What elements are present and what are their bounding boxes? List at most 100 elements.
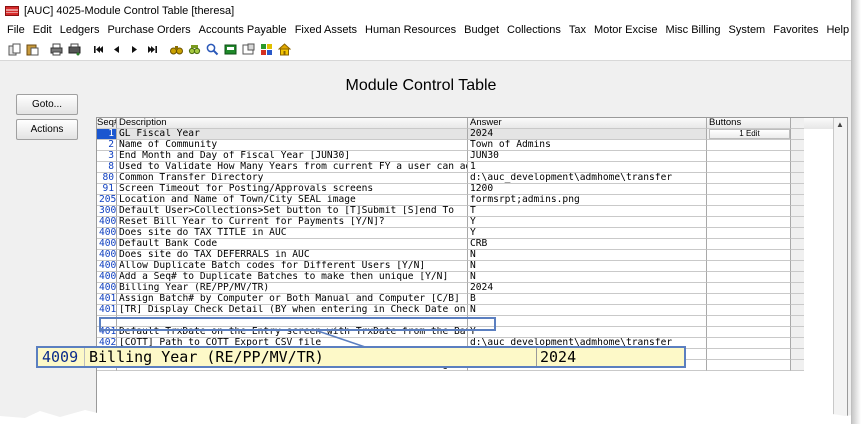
table-row[interactable]: 300 Default User>Collections>Set button t… bbox=[97, 206, 847, 217]
buttons-cell[interactable] bbox=[707, 272, 791, 283]
menu-misc-billing[interactable]: Misc Billing bbox=[662, 24, 725, 36]
buttons-cell[interactable] bbox=[707, 283, 791, 294]
description-cell[interactable]: Default Bank Code bbox=[117, 239, 468, 250]
table-row[interactable]: 3 End Month and Day of Fiscal Year [JUN30… bbox=[97, 151, 847, 162]
properties-icon[interactable] bbox=[242, 43, 255, 56]
buttons-cell[interactable] bbox=[707, 228, 791, 239]
buttons-cell[interactable] bbox=[707, 162, 791, 173]
menu-human-resources[interactable]: Human Resources bbox=[361, 24, 460, 36]
seq-cell[interactable] bbox=[97, 316, 117, 327]
menu-system[interactable]: System bbox=[725, 24, 770, 36]
description-cell[interactable]: Default User>Collections>Set button to [… bbox=[117, 206, 468, 217]
buttons-cell[interactable]: 1 Edit bbox=[707, 129, 791, 140]
buttons-cell[interactable] bbox=[707, 239, 791, 250]
seq-cell[interactable]: 8 bbox=[97, 162, 117, 173]
description-cell[interactable]: Screen Timeout for Posting/Approvals scr… bbox=[117, 184, 468, 195]
buttons-cell[interactable] bbox=[707, 294, 791, 305]
seq-cell[interactable]: 4009 bbox=[97, 283, 117, 294]
table-row[interactable]: 4001Reset Bill Year to Current for Payme… bbox=[97, 217, 847, 228]
description-cell[interactable]: Does site do TAX DEFERRALS in AUC bbox=[117, 250, 468, 261]
column-header-seq[interactable]: Seq# bbox=[97, 118, 117, 129]
buttons-cell[interactable] bbox=[707, 195, 791, 206]
answer-cell[interactable]: N bbox=[468, 250, 707, 261]
answer-cell[interactable]: 1 bbox=[468, 162, 707, 173]
buttons-cell[interactable] bbox=[707, 217, 791, 228]
menu-help[interactable]: Help bbox=[822, 24, 851, 36]
buttons-cell[interactable] bbox=[707, 327, 791, 338]
seq-cell[interactable]: 4004 bbox=[97, 250, 117, 261]
answer-cell[interactable]: B bbox=[468, 294, 707, 305]
edit-button[interactable]: 1 Edit bbox=[709, 129, 790, 139]
zoom-icon[interactable] bbox=[206, 43, 219, 56]
buttons-cell[interactable] bbox=[707, 261, 791, 272]
menu-file[interactable]: File bbox=[3, 24, 29, 36]
description-cell[interactable]: Used to Validate How Many Years from cur… bbox=[117, 162, 468, 173]
seq-cell[interactable]: 300 bbox=[97, 206, 117, 217]
menu-edit[interactable]: Edit bbox=[29, 24, 56, 36]
menu-accounts-payable[interactable]: Accounts Payable bbox=[195, 24, 291, 36]
scroll-up-arrow-icon[interactable]: ▲ bbox=[836, 120, 844, 129]
answer-cell[interactable]: Town of Admins bbox=[468, 140, 707, 151]
seq-cell[interactable]: 3 bbox=[97, 151, 117, 162]
answer-cell[interactable]: d:\auc_development\admhome\transfer bbox=[468, 173, 707, 184]
buttons-cell[interactable] bbox=[707, 250, 791, 261]
table-row[interactable]: 8 Used to Validate How Many Years from cu… bbox=[97, 162, 847, 173]
next-record-icon[interactable] bbox=[128, 43, 141, 56]
first-record-icon[interactable] bbox=[92, 43, 105, 56]
buttons-cell[interactable] bbox=[707, 305, 791, 316]
seq-cell[interactable]: 4001 bbox=[97, 217, 117, 228]
answer-cell[interactable] bbox=[468, 316, 707, 327]
grid-vertical-scrollbar[interactable]: ▲ bbox=[833, 118, 847, 424]
menu-fixed-assets[interactable]: Fixed Assets bbox=[291, 24, 361, 36]
description-cell[interactable]: Add a Seq# to Duplicate Batches to make … bbox=[117, 272, 468, 283]
column-header-buttons[interactable]: Buttons bbox=[707, 118, 791, 129]
seq-cell[interactable]: 80 bbox=[97, 173, 117, 184]
table-row[interactable]: 4003Default Bank CodeCRB bbox=[97, 239, 847, 250]
answer-cell[interactable]: CRB bbox=[468, 239, 707, 250]
table-row[interactable]: 4002Does site do TAX TITLE in AUCY bbox=[97, 228, 847, 239]
buttons-cell[interactable] bbox=[707, 360, 791, 371]
description-cell[interactable]: Default TrxDate on the Entry screen with… bbox=[117, 327, 468, 338]
menu-favorites[interactable]: Favorites bbox=[769, 24, 822, 36]
menu-tax[interactable]: Tax bbox=[565, 24, 590, 36]
description-cell[interactable]: [TR] Display Check Detail (BY when enter… bbox=[117, 305, 468, 316]
table-row[interactable] bbox=[97, 316, 847, 327]
seq-cell[interactable]: 1 bbox=[97, 129, 117, 140]
seq-cell[interactable]: 2 bbox=[97, 140, 117, 151]
description-cell[interactable]: GL Fiscal Year bbox=[117, 129, 468, 140]
goto-button[interactable]: Goto... bbox=[16, 94, 78, 115]
menu-motor-excise[interactable]: Motor Excise bbox=[590, 24, 662, 36]
table-row[interactable]: 4014Default TrxDate on the Entry screen … bbox=[97, 327, 847, 338]
description-cell[interactable]: End Month and Day of Fiscal Year [JUN30] bbox=[117, 151, 468, 162]
table-row[interactable]: 4009Billing Year (RE/PP/MV/TR)2024 bbox=[97, 283, 847, 294]
seq-cell[interactable]: 91 bbox=[97, 184, 117, 195]
column-header-description[interactable]: Description bbox=[117, 118, 468, 129]
save-icon[interactable] bbox=[224, 43, 237, 56]
description-cell[interactable]: Assign Batch# by Computer or Both Manual… bbox=[117, 294, 468, 305]
answer-cell[interactable]: 2024 bbox=[468, 283, 707, 294]
menu-purchase-orders[interactable]: Purchase Orders bbox=[103, 24, 194, 36]
seq-cell[interactable]: 4002 bbox=[97, 228, 117, 239]
table-row[interactable]: 4012[TR] Display Check Detail (BY when e… bbox=[97, 305, 847, 316]
buttons-cell[interactable] bbox=[707, 140, 791, 151]
binoculars-icon[interactable] bbox=[170, 43, 183, 56]
description-cell[interactable]: Name of Community bbox=[117, 140, 468, 151]
answer-cell[interactable]: N bbox=[468, 261, 707, 272]
answer-cell[interactable]: formsrpt;admins.png bbox=[468, 195, 707, 206]
menu-budget[interactable]: Budget bbox=[460, 24, 503, 36]
answer-cell[interactable]: T bbox=[468, 206, 707, 217]
buttons-cell[interactable] bbox=[707, 316, 791, 327]
seq-cell[interactable]: 4012 bbox=[97, 305, 117, 316]
table-row[interactable]: 4011Assign Batch# by Computer or Both Ma… bbox=[97, 294, 847, 305]
buttons-cell[interactable] bbox=[707, 151, 791, 162]
buttons-cell[interactable] bbox=[707, 206, 791, 217]
seq-cell[interactable]: 4011 bbox=[97, 294, 117, 305]
menu-ledgers[interactable]: Ledgers bbox=[56, 24, 104, 36]
answer-cell[interactable]: JUN30 bbox=[468, 151, 707, 162]
answer-cell[interactable]: N bbox=[468, 272, 707, 283]
copy-icon[interactable] bbox=[8, 43, 21, 56]
colors-icon[interactable] bbox=[260, 43, 273, 56]
table-row[interactable]: 205 Location and Name of Town/City SEAL i… bbox=[97, 195, 847, 206]
buttons-cell[interactable] bbox=[707, 173, 791, 184]
find-icon[interactable] bbox=[188, 43, 201, 56]
